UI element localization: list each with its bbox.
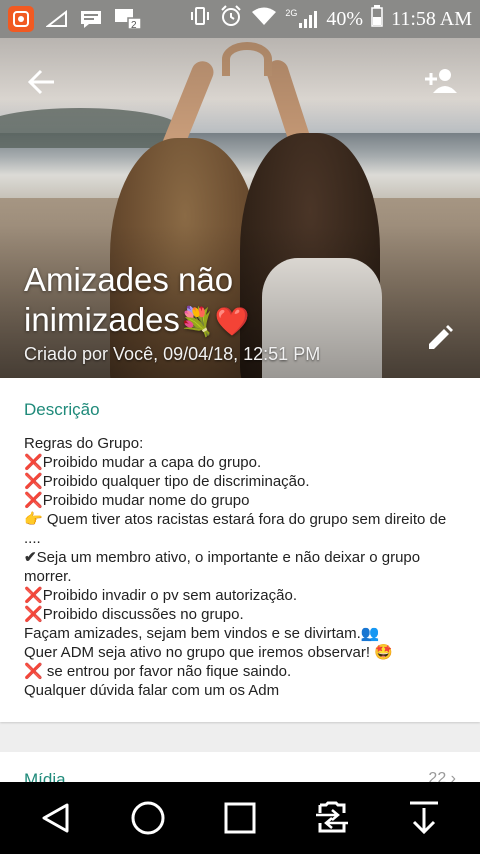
arrow-left-icon — [28, 69, 54, 95]
description-section[interactable]: Descrição Regras do Grupo: ❌Proibido mud… — [0, 378, 480, 722]
description-line: ✔Seja um membro ativo, o importante e nã… — [24, 549, 421, 585]
group-name-line2: inimizades — [24, 301, 180, 338]
wifi-icon — [251, 6, 277, 32]
nav-home-button[interactable] — [118, 788, 178, 848]
description-heading: Descrição — [24, 400, 100, 419]
notification-badge: 2 — [131, 20, 137, 30]
description-line: ❌Proibido invadir o pv sem autorização. — [24, 587, 297, 604]
description-line: Regras do Grupo: — [24, 435, 144, 452]
cross-mark-icon: ❌ — [24, 606, 43, 623]
nav-back-button[interactable] — [26, 788, 86, 848]
battery-icon — [371, 5, 383, 33]
edit-group-button[interactable] — [420, 318, 460, 358]
group-name-line1: Amizades não — [24, 261, 234, 298]
recents-square-icon — [224, 802, 256, 834]
vibrate-icon — [189, 5, 211, 33]
cross-mark-icon: ❌ — [24, 454, 43, 471]
group-name: Amizades não inimizades💐❤️ — [24, 260, 404, 342]
description-line: ❌Proibido qualquer tipo de discriminação… — [24, 473, 310, 490]
switch-app-icon — [316, 801, 348, 833]
network-type: 2G — [285, 8, 298, 18]
back-button[interactable] — [22, 62, 62, 102]
status-bar: 2 2G 40% 11:58 AM — [0, 0, 480, 38]
home-circle-icon — [131, 801, 165, 835]
signal-off-icon — [46, 10, 68, 28]
clock: 11:58 AM — [391, 7, 472, 30]
back-triangle-icon — [42, 803, 69, 833]
pencil-icon — [429, 325, 453, 349]
system-nav-bar — [0, 782, 480, 854]
cell-signal-icon: 2G — [285, 9, 318, 29]
description-body: Regras do Grupo: ❌Proibido mudar a capa … — [24, 434, 456, 700]
description-line: Façam amizades, sejam bem vindos e se di… — [24, 625, 380, 642]
message-icon — [80, 10, 102, 28]
cross-mark-icon: ❌ — [24, 587, 43, 604]
alarm-icon — [219, 4, 243, 34]
nav-recents-button[interactable] — [210, 788, 270, 848]
description-line: ❌Proibido mudar a capa do grupo. — [24, 454, 262, 471]
cross-mark-icon: ❌ — [24, 663, 43, 680]
cross-mark-icon: ❌ — [24, 473, 43, 490]
add-participant-button[interactable] — [420, 60, 462, 102]
cross-mark-icon: ❌ — [24, 492, 43, 509]
description-line: Qualquer dúvida falar com um os Adm — [24, 682, 280, 699]
download-icon — [410, 801, 438, 835]
description-line: ❌Proibido discussões no grupo. — [24, 606, 244, 623]
nav-switch-button[interactable] — [302, 788, 362, 848]
description-line: Quer ADM seja ativo no grupo que iremos … — [24, 644, 393, 661]
battery-percent: 40% — [326, 7, 364, 30]
description-line: 👉 Quem tiver atos racistas estará fora d… — [24, 511, 447, 547]
check-mark-icon: ✔ — [24, 549, 37, 566]
description-line: ❌Proibido mudar nome do grupo — [24, 492, 250, 509]
nav-download-button[interactable] — [394, 788, 454, 848]
pointing-hand-icon: 👉 — [24, 511, 43, 528]
group-name-emoji: 💐❤️ — [179, 306, 250, 337]
app-notification-icon — [8, 6, 34, 32]
group-cover-photo: Amizades não inimizades💐❤️ Criado por Vo… — [0, 38, 480, 378]
chat-icon: 2 — [114, 9, 142, 30]
description-line: ❌ se entrou por favor não fique saindo. — [24, 663, 292, 680]
person-add-icon — [425, 69, 457, 93]
created-info: Criado por Você, 09/04/18, 12:51 PM — [24, 344, 321, 364]
